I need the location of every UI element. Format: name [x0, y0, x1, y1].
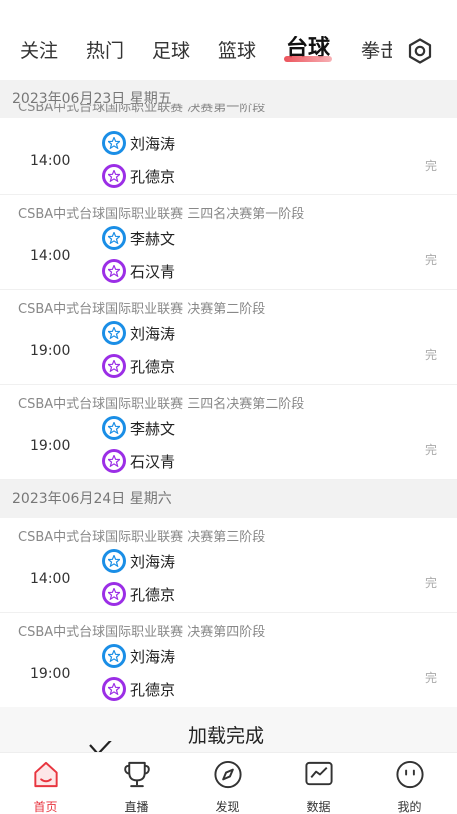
match-title: CSBA中式台球国际职业联赛 三四名决赛第一阶段 — [18, 207, 305, 222]
load-complete-bar: 加载完成 — [0, 707, 457, 752]
player-2: 孔德京 — [102, 581, 175, 607]
player-2: 孔德京 — [102, 353, 175, 379]
nav-label: 我的 — [397, 800, 422, 814]
match-status: 完 — [425, 443, 438, 457]
match-row[interactable]: CSBA中式台球国际职业联赛 决赛第二阶段 19:00 刘海涛 孔德京 完 — [0, 290, 457, 385]
player-1: 刘海涛 — [102, 320, 175, 346]
settings-button[interactable] — [407, 38, 433, 64]
nav-label: 发现 — [215, 800, 240, 814]
match-row[interactable]: CSBA中式台球国际职业联赛 决赛第一阶段 14:00 刘海涛 孔德京 完 — [0, 100, 457, 195]
home-icon — [33, 761, 58, 788]
nav-home[interactable]: 首页 — [0, 753, 91, 814]
nav-data[interactable]: 数据 — [273, 753, 364, 814]
tab-follow[interactable]: 关注 — [20, 36, 58, 66]
player-name: 孔德京 — [130, 680, 176, 699]
player-1: 李赫文 — [102, 415, 175, 441]
player-2: 孔德京 — [102, 676, 175, 702]
load-complete-text: 加载完成 — [188, 725, 265, 747]
settings-icon — [408, 38, 432, 64]
tab-football[interactable]: 足球 — [152, 36, 190, 66]
player-name: 孔德京 — [130, 585, 176, 604]
match-time: 19:00 — [30, 666, 71, 682]
player-avatar-icon — [102, 549, 126, 573]
player-name: 石汉青 — [130, 262, 176, 281]
player-avatar-icon — [102, 677, 126, 701]
match-row[interactable]: CSBA中式台球国际职业联赛 决赛第四阶段 19:00 刘海涛 孔德京 完 — [0, 613, 457, 708]
match-status: 完 — [425, 671, 438, 685]
player-avatar-icon — [102, 582, 126, 606]
tab-hot[interactable]: 热门 — [86, 36, 124, 66]
match-status: 完 — [425, 348, 438, 362]
player-2: 石汉青 — [102, 258, 175, 284]
player-avatar-icon — [102, 321, 126, 345]
player-name: 石汉青 — [130, 452, 176, 471]
player-name: 李赫文 — [130, 229, 176, 248]
trophy-icon — [123, 761, 150, 788]
player-1: 李赫文 — [102, 225, 175, 251]
profile-icon — [395, 760, 424, 789]
player-name: 孔德京 — [130, 357, 176, 376]
check-icon — [89, 741, 112, 752]
player-avatar-icon — [102, 416, 126, 440]
player-avatar-icon — [102, 449, 126, 473]
player-2: 孔德京 — [102, 163, 175, 189]
match-row[interactable]: CSBA中式台球国际职业联赛 决赛第三阶段 14:00 刘海涛 孔德京 完 — [0, 518, 457, 613]
match-time: 19:00 — [30, 343, 71, 359]
match-time: 14:00 — [30, 248, 71, 264]
compass-icon — [213, 760, 242, 789]
top-tab-bar: 关注 热门 足球 篮球 台球 拳击 — [0, 0, 457, 80]
chart-icon — [304, 761, 333, 786]
match-status: 完 — [425, 253, 438, 267]
player-avatar-icon — [102, 131, 126, 155]
nav-label: 直播 — [124, 800, 149, 814]
tab-boxing[interactable]: 拳击 — [361, 36, 392, 66]
player-avatar-icon — [102, 354, 126, 378]
player-1: 刘海涛 — [102, 643, 175, 669]
nav-label: 数据 — [306, 800, 331, 814]
player-name: 刘海涛 — [130, 552, 176, 571]
match-title: CSBA中式台球国际职业联赛 三四名决赛第二阶段 — [18, 397, 305, 412]
match-title: CSBA中式台球国际职业联赛 决赛第四阶段 — [18, 625, 266, 640]
player-name: 刘海涛 — [130, 134, 176, 153]
nav-label: 首页 — [33, 800, 58, 814]
player-avatar-icon — [102, 226, 126, 250]
match-list[interactable]: 2023年06月23日 星期五 CSBA中式台球国际职业联赛 决赛第一阶段 14… — [0, 80, 457, 752]
match-time: 19:00 — [30, 438, 71, 454]
match-status: 完 — [425, 159, 438, 173]
player-1: 刘海涛 — [102, 130, 175, 156]
nav-live[interactable]: 直播 — [91, 753, 182, 814]
tab-basketball[interactable]: 篮球 — [218, 36, 256, 66]
match-status: 完 — [425, 576, 438, 590]
player-name: 李赫文 — [130, 419, 176, 438]
match-time: 14:00 — [30, 153, 71, 169]
nav-profile[interactable]: 我的 — [364, 753, 455, 814]
player-avatar-icon — [102, 259, 126, 283]
bottom-nav: 首页 直播 发现 数据 我的 — [0, 752, 457, 814]
category-tabs: 关注 热门 足球 篮球 台球 拳击 — [0, 36, 392, 66]
active-tab-indicator — [284, 56, 332, 62]
player-2: 石汉青 — [102, 448, 175, 474]
match-title: CSBA中式台球国际职业联赛 决赛第二阶段 — [18, 302, 266, 317]
match-title: CSBA中式台球国际职业联赛 决赛第三阶段 — [18, 530, 266, 545]
player-avatar-icon — [102, 164, 126, 188]
player-avatar-icon — [102, 644, 126, 668]
nav-discover[interactable]: 发现 — [182, 753, 273, 814]
player-name: 刘海涛 — [130, 647, 176, 666]
player-1: 刘海涛 — [102, 548, 175, 574]
match-row[interactable]: CSBA中式台球国际职业联赛 三四名决赛第二阶段 19:00 李赫文 石汉青 完 — [0, 385, 457, 480]
match-time: 14:00 — [30, 571, 71, 587]
match-row[interactable]: CSBA中式台球国际职业联赛 三四名决赛第一阶段 14:00 李赫文 石汉青 完 — [0, 195, 457, 290]
player-name: 刘海涛 — [130, 324, 176, 343]
player-name: 孔德京 — [130, 167, 176, 186]
date-header: 2023年06月24日 星期六 — [0, 480, 457, 518]
